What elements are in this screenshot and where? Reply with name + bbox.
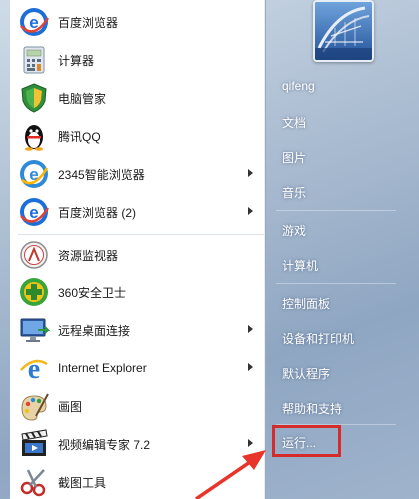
start-menu: e 百度浏览器 计算器 电脑管家 腾讯QQ e 2345智能浏览器 e 百度浏览… [0, 0, 419, 499]
annotation-arrow-icon [195, 450, 266, 499]
